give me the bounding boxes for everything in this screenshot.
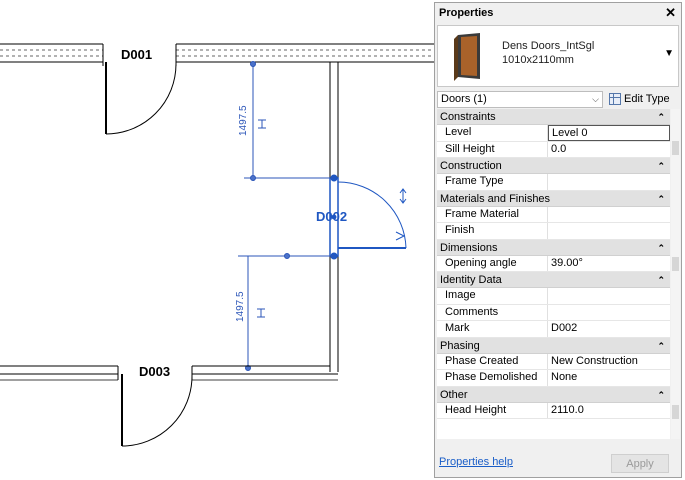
door-tag-d003[interactable]: D003: [139, 364, 170, 379]
level-field[interactable]: Level 0: [548, 125, 670, 141]
group-header-dimensions[interactable]: Dimensions ⌃: [437, 239, 670, 256]
property-row-head-height[interactable]: Head Height 2110.0: [437, 402, 670, 419]
apply-button[interactable]: Apply: [611, 454, 669, 473]
floor-plan-drawing[interactable]: [0, 0, 434, 480]
type-selector[interactable]: Dens Doors_IntSgl 1010x2110mm ▼: [437, 25, 679, 87]
door-tag-d001[interactable]: D001: [121, 47, 152, 62]
element-filter-select[interactable]: Doors (1) ⌵: [437, 91, 603, 108]
dimension-text-upper[interactable]: 1497.5: [238, 105, 249, 136]
head-height-field[interactable]: 2110.0: [548, 403, 670, 419]
floor-plan-view[interactable]: D001 D002 D003 1497.5 1497.5: [0, 0, 434, 480]
close-icon[interactable]: ✕: [665, 3, 676, 23]
group-label: Dimensions: [440, 241, 498, 254]
group-header-phasing[interactable]: Phasing ⌃: [437, 337, 670, 354]
collapse-icon[interactable]: ⌃: [657, 240, 665, 256]
group-header-other[interactable]: Other ⌃: [437, 386, 670, 403]
property-row-image[interactable]: Image: [437, 288, 670, 305]
group-label: Phasing: [440, 339, 480, 352]
chevron-down-icon[interactable]: ▼: [664, 48, 674, 59]
filter-row: Doors (1) ⌵ Edit Type: [435, 89, 681, 111]
edit-type-icon: [609, 93, 621, 106]
collapse-icon[interactable]: ⌃: [657, 109, 665, 125]
property-row-frame-material[interactable]: Frame Material: [437, 206, 670, 223]
property-name: Frame Type: [437, 174, 548, 190]
collapse-icon[interactable]: ⌃: [657, 387, 665, 403]
scroll-thumb[interactable]: [672, 405, 679, 419]
top-wall: [0, 43, 434, 66]
property-name: Comments: [437, 304, 548, 320]
properties-scrollbar[interactable]: [671, 109, 680, 439]
property-row-opening-angle[interactable]: Opening angle 39.00°: [437, 255, 670, 272]
panel-title-bar[interactable]: Properties ✕: [435, 3, 681, 23]
scroll-thumb[interactable]: [672, 257, 679, 271]
property-name: Mark: [437, 321, 548, 337]
panel-title: Properties: [439, 7, 494, 19]
type-name: Dens Doors_IntSgl: [502, 40, 595, 52]
property-row-level[interactable]: Level Level 0: [437, 125, 670, 142]
property-name: Level: [437, 125, 548, 141]
group-header-construction[interactable]: Construction ⌃: [437, 158, 670, 174]
comments-field[interactable]: [548, 305, 670, 321]
filter-value: Doors (1): [441, 93, 487, 105]
group-label: Constraints: [440, 111, 496, 123]
frame-type-field[interactable]: [548, 174, 670, 190]
frame-material-field[interactable]: [548, 207, 670, 223]
property-row-sill-height[interactable]: Sill Height 0.0: [437, 141, 670, 158]
edit-type-label: Edit Type: [624, 93, 670, 105]
edit-type-button[interactable]: Edit Type: [609, 91, 670, 108]
phase-demolished-field[interactable]: None: [548, 370, 670, 386]
finish-field[interactable]: [548, 223, 670, 239]
collapse-icon[interactable]: ⌃: [657, 338, 665, 354]
property-name: Finish: [437, 223, 548, 239]
group-header-identity-data[interactable]: Identity Data ⌃: [437, 272, 670, 288]
mark-field[interactable]: D002: [548, 321, 670, 337]
sill-height-field[interactable]: 0.0: [548, 142, 670, 158]
collapse-icon[interactable]: ⌃: [657, 158, 665, 174]
property-row-mark[interactable]: Mark D002: [437, 321, 670, 338]
property-row-phase-demolished[interactable]: Phase Demolished None: [437, 370, 670, 387]
property-name: Phase Demolished: [437, 370, 548, 386]
property-name: Sill Height: [437, 141, 548, 157]
property-name: Head Height: [437, 402, 548, 418]
type-size: 1010x2110mm: [502, 54, 574, 66]
properties-help-link[interactable]: Properties help: [439, 456, 513, 468]
property-name: Opening angle: [437, 255, 548, 271]
group-header-constraints[interactable]: Constraints ⌃: [437, 109, 670, 125]
group-header-materials[interactable]: Materials and Finishes ⌃: [437, 190, 670, 207]
property-row-comments[interactable]: Comments: [437, 304, 670, 321]
collapse-icon[interactable]: ⌃: [657, 272, 665, 288]
door-d001-symbol: [105, 62, 177, 135]
chevron-down-icon[interactable]: ⌵: [592, 92, 599, 107]
image-field[interactable]: [548, 288, 670, 304]
door-thumbnail-icon: [444, 29, 492, 83]
scroll-thumb[interactable]: [672, 141, 679, 155]
group-label: Materials and Finishes: [440, 192, 551, 205]
group-label: Construction: [440, 160, 502, 172]
property-name: Image: [437, 288, 548, 304]
property-name: Phase Created: [437, 353, 548, 369]
phase-created-field[interactable]: New Construction: [548, 354, 670, 370]
group-label: Identity Data: [440, 274, 502, 286]
properties-grid: Constraints ⌃ Level Level 0 Sill Height …: [437, 109, 670, 439]
property-row-frame-type[interactable]: Frame Type: [437, 174, 670, 191]
door-d003-symbol: [121, 374, 193, 447]
dimension-text-lower[interactable]: 1497.5: [235, 291, 246, 322]
collapse-icon[interactable]: ⌃: [657, 191, 665, 207]
property-name: Frame Material: [437, 206, 548, 222]
property-row-finish[interactable]: Finish: [437, 223, 670, 240]
door-tag-d002[interactable]: D002: [316, 209, 347, 224]
property-row-phase-created[interactable]: Phase Created New Construction: [437, 353, 670, 370]
panel-footer: Properties help Apply: [435, 451, 681, 475]
group-label: Other: [440, 388, 468, 401]
properties-panel: Properties ✕ Dens Doors_IntSgl 1010x2110…: [434, 2, 682, 478]
opening-angle-field[interactable]: 39.00°: [548, 256, 670, 272]
